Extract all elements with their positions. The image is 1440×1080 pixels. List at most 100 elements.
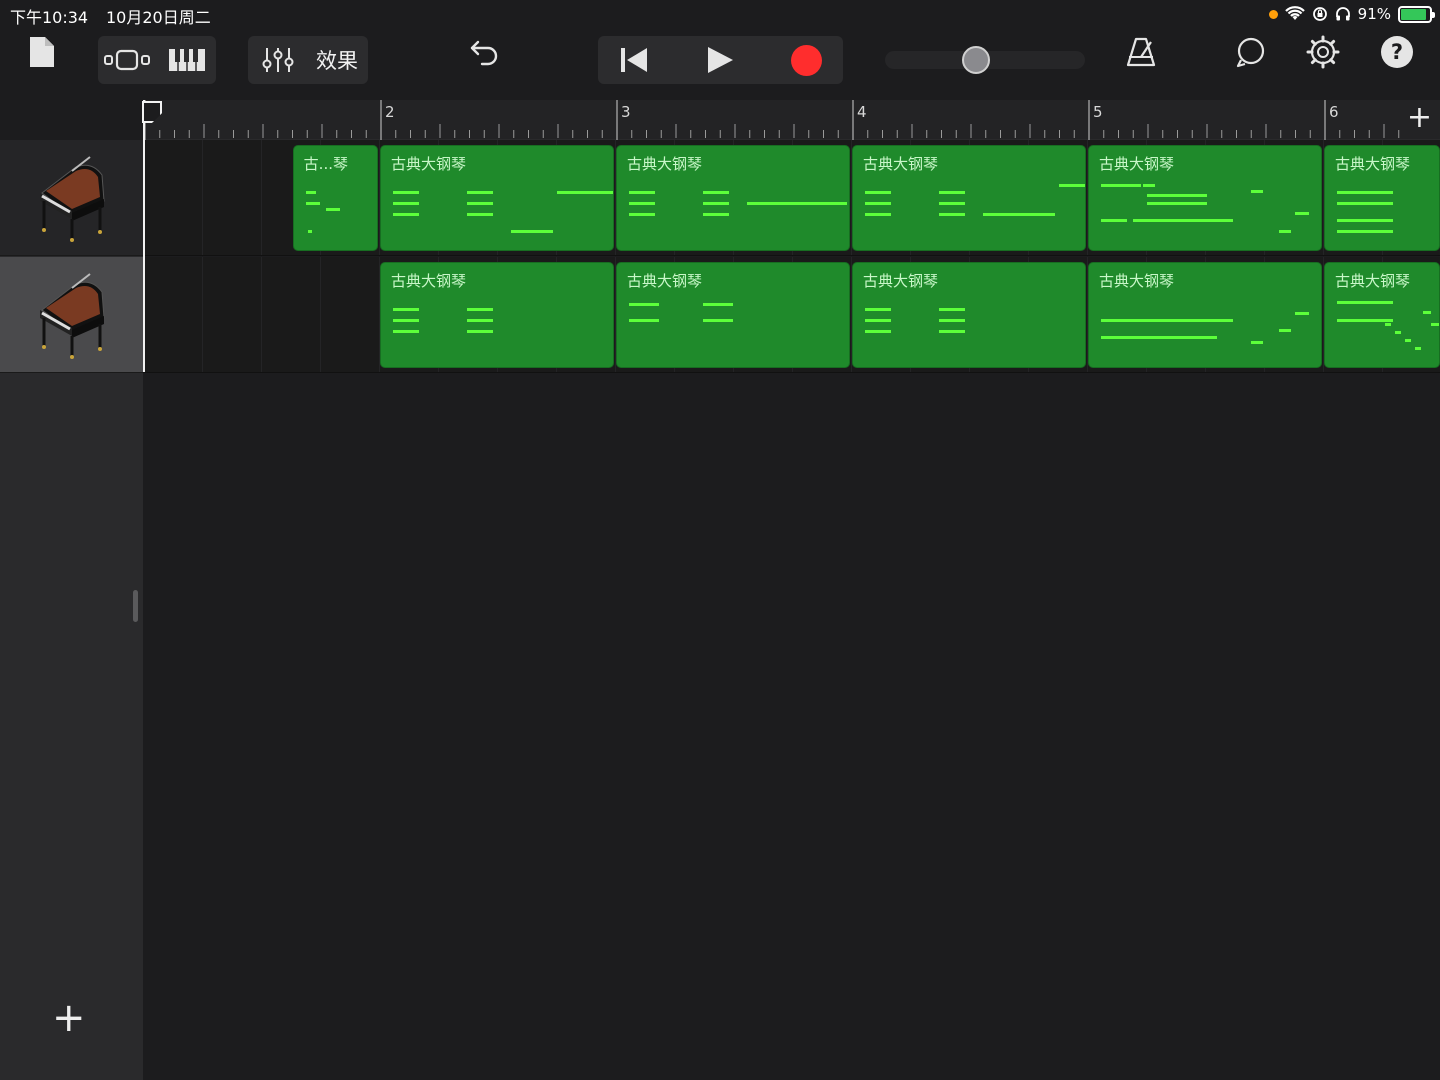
piano-keys-icon xyxy=(169,49,205,71)
help-icon: ? xyxy=(1381,36,1413,68)
undo-button[interactable] xyxy=(462,28,508,76)
midi-note xyxy=(1251,341,1263,344)
help-button[interactable]: ? xyxy=(1374,28,1420,76)
midi-note xyxy=(865,330,891,333)
midi-note xyxy=(865,191,891,194)
midi-note xyxy=(1337,230,1393,233)
tracks-area[interactable]: 古...琴 古典大钢琴 古典大钢琴 古典大钢琴 古典大钢琴 古典大钢琴 古典大钢琴 古典大钢… xyxy=(143,140,1440,1080)
midi-note xyxy=(703,202,729,205)
midi-note xyxy=(393,213,419,216)
mixer-sliders-icon xyxy=(262,48,294,72)
midi-note xyxy=(1101,219,1127,222)
region-label: 古典大钢琴 xyxy=(863,155,939,173)
midi-note xyxy=(305,191,316,194)
midi-note xyxy=(939,213,965,216)
midi-region[interactable]: 古典大钢琴 xyxy=(852,145,1086,251)
master-volume-slider[interactable] xyxy=(885,46,1085,74)
midi-note xyxy=(703,213,729,216)
midi-region[interactable]: 古典大钢琴 xyxy=(1324,262,1440,368)
track-header-1[interactable] xyxy=(0,140,143,256)
midi-note xyxy=(1385,323,1391,326)
mixer-button[interactable] xyxy=(254,36,302,84)
midi-region[interactable]: 古典大钢琴 xyxy=(380,262,614,368)
lane-grid-line xyxy=(202,257,203,372)
midi-note xyxy=(467,308,493,311)
midi-note xyxy=(703,303,733,306)
battery-icon xyxy=(1398,5,1435,23)
midi-note xyxy=(1337,301,1393,304)
midi-note xyxy=(467,213,493,216)
add-track-button[interactable]: + xyxy=(52,998,86,1038)
midi-note xyxy=(1101,336,1217,339)
status-bar: 下午10:34 10月20日周二 91% xyxy=(0,0,1440,28)
playhead[interactable] xyxy=(143,100,145,372)
ruler-bar-number: 2 xyxy=(385,103,395,121)
midi-note xyxy=(629,191,655,194)
midi-note xyxy=(467,191,493,194)
midi-note xyxy=(1059,184,1085,187)
midi-note xyxy=(1295,312,1309,315)
midi-note xyxy=(1405,339,1411,342)
effects-label: 效果 xyxy=(316,49,358,73)
skip-back-icon xyxy=(621,48,647,72)
volume-slider-knob[interactable] xyxy=(962,46,991,74)
midi-note xyxy=(1147,194,1207,197)
ruler-bar-number: 6 xyxy=(1329,103,1339,121)
lane-grid-line xyxy=(261,140,262,255)
toolbar: 效果 ? xyxy=(0,28,1440,100)
midi-region[interactable]: 古典大钢琴 xyxy=(1324,145,1440,251)
track-headers-panel: + xyxy=(0,100,143,1080)
keyboard-view-button[interactable] xyxy=(158,36,216,84)
my-songs-button[interactable] xyxy=(22,28,62,76)
region-label: 古典大钢琴 xyxy=(863,272,939,290)
record-button[interactable] xyxy=(770,36,843,84)
midi-note xyxy=(1337,202,1393,205)
midi-region[interactable]: 古典大钢琴 xyxy=(1088,262,1322,368)
play-icon xyxy=(708,47,733,73)
midi-note xyxy=(939,308,965,311)
metronome-icon xyxy=(1126,37,1156,67)
track-header-2[interactable] xyxy=(0,257,143,373)
metronome-button[interactable] xyxy=(1118,28,1164,76)
midi-region[interactable]: 古典大钢琴 xyxy=(616,262,850,368)
tracks-view-icon xyxy=(104,49,150,71)
midi-note xyxy=(393,202,419,205)
undo-icon xyxy=(470,40,498,66)
go-to-beginning-button[interactable] xyxy=(598,36,670,84)
midi-region[interactable]: 古...琴 xyxy=(292,145,378,251)
midi-note xyxy=(1415,347,1421,350)
midi-note xyxy=(467,319,493,322)
midi-note xyxy=(325,208,340,211)
midi-note xyxy=(865,308,891,311)
midi-note xyxy=(1395,331,1401,334)
midi-note xyxy=(629,303,659,306)
record-icon xyxy=(791,44,822,76)
panel-resize-handle[interactable] xyxy=(133,590,138,622)
region-label: 古典大钢琴 xyxy=(1099,272,1175,290)
lane-grid-line xyxy=(202,140,203,255)
add-section-button[interactable]: + xyxy=(1407,103,1432,133)
transport-controls xyxy=(598,36,843,84)
play-button[interactable] xyxy=(680,36,760,84)
midi-region[interactable]: 古典大钢琴 xyxy=(852,262,1086,368)
midi-note xyxy=(629,319,659,322)
midi-note xyxy=(1143,184,1155,187)
loop-browser-button[interactable] xyxy=(1228,28,1274,76)
midi-note xyxy=(865,213,891,216)
midi-note xyxy=(939,319,965,322)
track-lane-2[interactable]: 古典大钢琴 古典大钢琴 古典大钢琴 古典大钢琴 古典大钢琴 xyxy=(143,257,1440,373)
track-lane-1[interactable]: 古...琴 古典大钢琴 古典大钢琴 古典大钢琴 古典大钢琴 古典大钢琴 xyxy=(143,140,1440,256)
midi-note xyxy=(307,230,312,233)
settings-button[interactable] xyxy=(1300,28,1346,76)
midi-region[interactable]: 古典大钢琴 xyxy=(380,145,614,251)
effects-button[interactable]: 效果 xyxy=(310,36,364,84)
region-label: 古典大钢琴 xyxy=(1335,272,1411,290)
midi-note xyxy=(1147,202,1207,205)
midi-region[interactable]: 古典大钢琴 xyxy=(1088,145,1322,251)
midi-note xyxy=(1337,219,1393,222)
timeline-ruler[interactable]: + 123456 xyxy=(143,100,1440,140)
tracks-view-button[interactable] xyxy=(98,36,156,84)
midi-region[interactable]: 古典大钢琴 xyxy=(616,145,850,251)
midi-note xyxy=(1101,319,1217,322)
midi-note xyxy=(1431,323,1439,326)
